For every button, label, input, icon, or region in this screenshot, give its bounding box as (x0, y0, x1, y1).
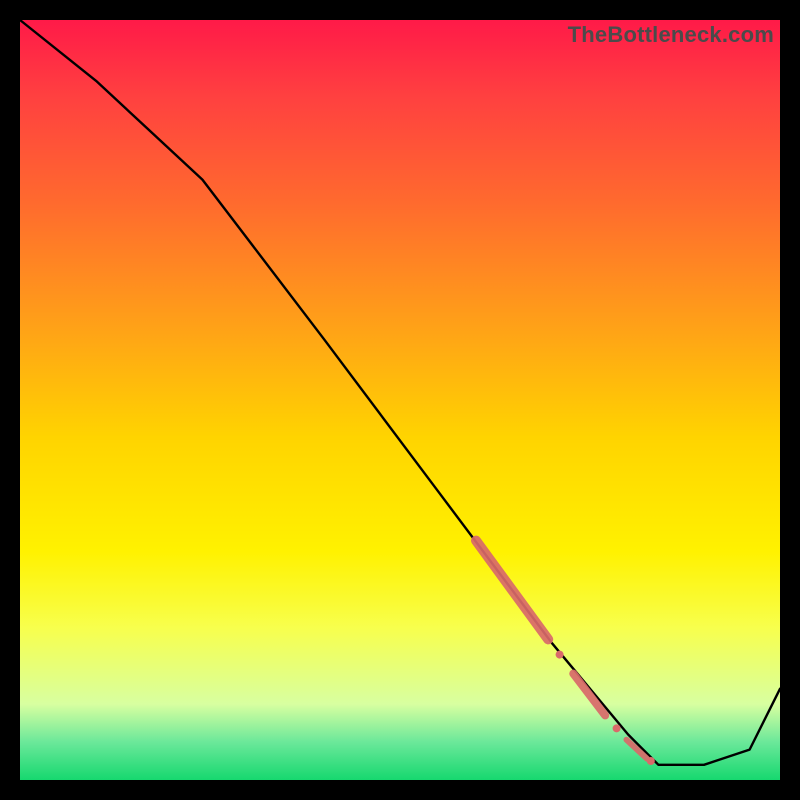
highlight-segment (573, 674, 605, 716)
highlight-dot (647, 757, 655, 765)
highlight-dot (556, 651, 564, 659)
highlight-segment (476, 541, 548, 640)
chart-overlay-svg (20, 20, 780, 780)
highlight-dot (613, 724, 621, 732)
chart-plot-area: TheBottleneck.com (20, 20, 780, 780)
main-curve (20, 20, 780, 765)
chart-frame: TheBottleneck.com (0, 0, 800, 800)
